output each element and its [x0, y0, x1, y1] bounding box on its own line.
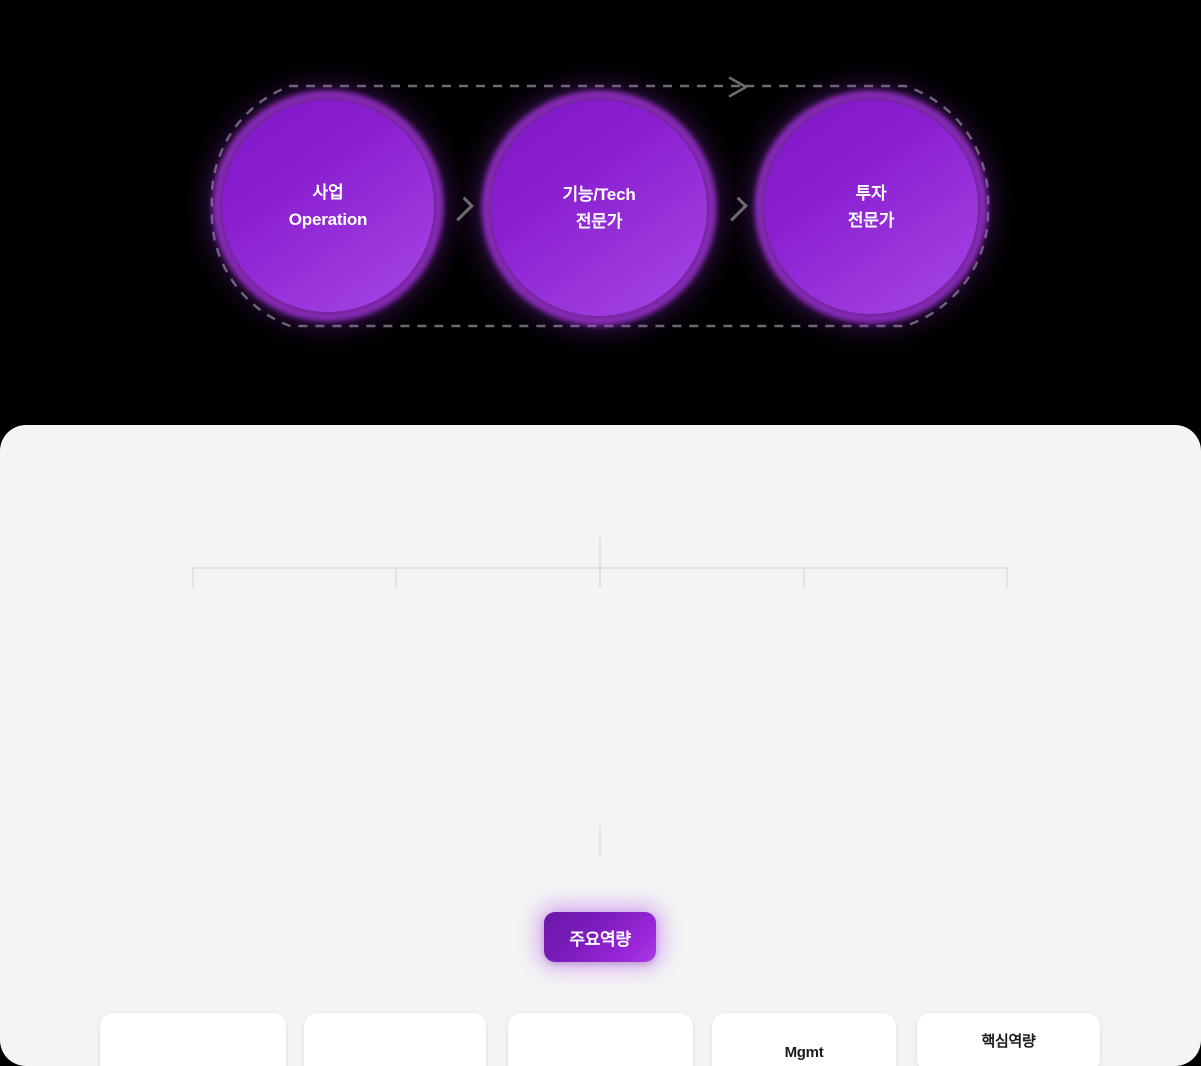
diagram-root: 사업 Operation 기능/Tech 전문가 투자 전문가 주요역량 Mgm…	[0, 0, 1201, 1066]
role-line-1: 기능/Tech	[562, 184, 636, 204]
competency-card-mgmt[interactable]: Mgmt (전략/마케팅/재무 /HR/법무)	[712, 1013, 896, 1066]
role-circle-label: 사업 Operation	[289, 179, 368, 233]
card-line-1: Mgmt	[784, 1043, 824, 1061]
role-line-2: 전문가	[847, 211, 895, 230]
competency-card-business-execution[interactable]: 사업수행	[100, 1013, 286, 1066]
card-label: 핵심역량	[981, 1033, 1036, 1051]
competency-card-business-development[interactable]: 사업개발	[304, 1013, 486, 1066]
card-label: Mgmt (전략/마케팅/재무 /HR/법무)	[751, 1041, 858, 1066]
competency-card-core[interactable]: 핵심역량	[917, 1013, 1100, 1066]
role-circle-tech[interactable]: 기능/Tech 전문가	[482, 91, 716, 325]
role-circle-investment[interactable]: 투자 전문가	[755, 91, 987, 323]
connector-lines	[192, 537, 1008, 858]
role-line-1: 사업	[312, 182, 344, 202]
role-circle-label: 기능/Tech 전문가	[562, 181, 635, 235]
role-line-1: 투자	[855, 183, 887, 203]
badge-competency[interactable]: 주요역량	[544, 912, 656, 962]
content-panel: 주요역량 사업수행 사업개발 investment Mgmt (전략/마케팅/재…	[0, 425, 1201, 1066]
hero-section: 사업 Operation 기능/Tech 전문가 투자 전문가	[0, 0, 1201, 430]
role-circle-label: 투자 전문가	[847, 180, 895, 234]
role-circle-operation[interactable]: 사업 Operation	[213, 91, 443, 321]
role-line-2: Operation	[288, 210, 368, 229]
competency-card-investment[interactable]: investment	[508, 1013, 693, 1066]
role-line-2: 전문가	[575, 212, 623, 231]
